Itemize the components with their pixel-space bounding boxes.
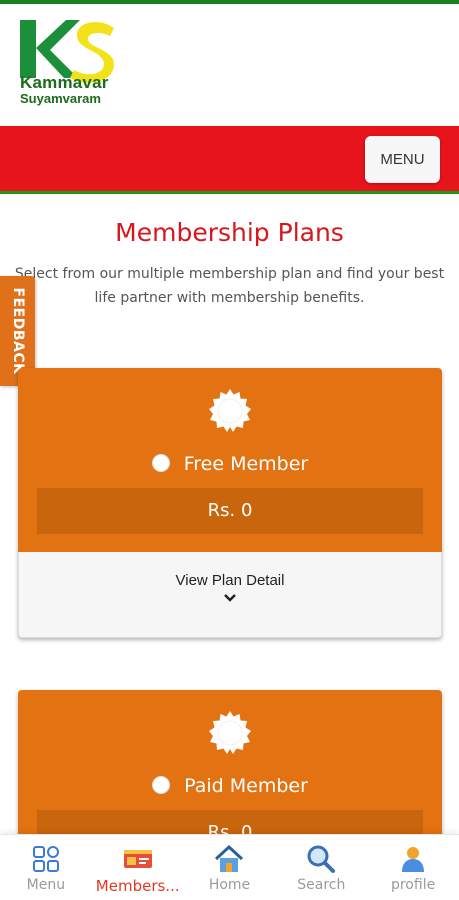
plan-radio[interactable] [151,454,170,472]
brand-line-1: Kammavar [20,73,109,92]
plan-option-paid[interactable]: Paid Member [18,775,442,797]
page-title: Membership Plans [115,218,344,247]
plan-card-paid: Paid Member Rs. 0 [18,690,442,856]
person-icon [402,847,425,872]
brand-wordmark: Kammavar Suyamvaram [20,74,109,105]
menu-button[interactable]: MENU [365,136,440,183]
plan-radio[interactable] [152,776,171,794]
grid-icon [32,846,59,872]
header-bar: MENU [0,126,459,194]
page-subtitle: Select from our multiple membership plan… [14,266,445,306]
view-plan-detail-label: View Plan Detail [175,572,285,589]
nav-item-menu[interactable]: Menu [0,835,92,900]
membership-card-icon [123,850,152,868]
brand-line-2: Suyamvaram [20,91,101,106]
feedback-label: FEEDBACK [9,287,26,375]
plan-option-free[interactable]: Free Member [18,453,442,475]
nav-label: Search [297,877,346,893]
plan-badge-icon [209,389,251,432]
chevron-down-icon [224,594,236,602]
plan-card-free: Free Member Rs. 0 View Plan Detail [18,368,442,638]
nav-label: Members... [95,877,180,895]
top-accent-line [0,0,459,4]
plan-price: Rs. 0 [37,488,423,534]
plan-name: Free Member [183,453,309,475]
search-icon [307,845,336,873]
bottom-nav: Menu Members... Home Search profile [0,834,459,900]
nav-item-profile[interactable]: profile [367,835,459,900]
view-plan-detail-button[interactable]: View Plan Detail [18,552,442,638]
nav-label: profile [390,877,436,893]
nav-label: Menu [26,877,66,893]
plan-badge-icon [209,711,251,754]
nav-item-search[interactable]: Search [275,835,367,900]
nav-label: Home [208,877,251,893]
plan-name: Paid Member [184,775,308,797]
home-icon [215,844,244,872]
nav-item-membership[interactable]: Members... [92,835,184,900]
nav-item-home[interactable]: Home [184,835,276,900]
